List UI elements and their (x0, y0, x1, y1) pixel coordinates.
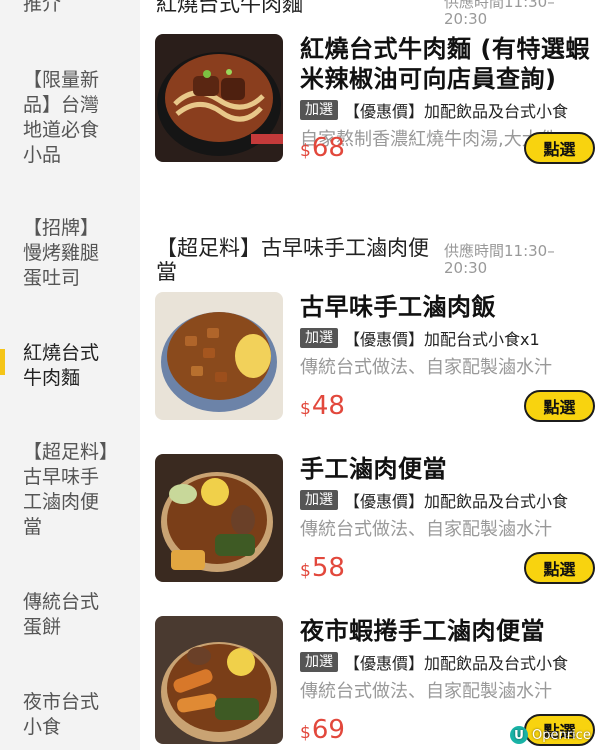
add-on-text: 【優惠價】加配台式小食x1 (344, 330, 540, 349)
item-name: 夜市蝦捲手工滷肉便當 (300, 617, 545, 645)
sidebar-item-label: 夜市台式小食 (23, 691, 100, 738)
add-on-text: 【優惠價】加配飲品及台式小食 (344, 654, 569, 673)
sidebar-item-limited-snacks[interactable]: 【限量新品】台灣地道必食小品 (0, 68, 140, 168)
item-price: $58 (300, 553, 345, 583)
sidebar-item-recommended[interactable]: 推介 (0, 0, 140, 17)
item-name: 手工滷肉便當 (300, 455, 447, 483)
watermark: U Openrice (510, 726, 591, 744)
sidebar-item-label: 【超足料】古早味手工滷肉便當 (23, 441, 109, 538)
sidebar-item-label: 推介 (23, 0, 62, 15)
menu-item-card[interactable]: 手工滷肉便當 加選 【優惠價】加配飲品及台式小食 傳統台式做法、自家配製滷水汁 … (155, 454, 595, 586)
add-on-text: 【優惠價】加配飲品及台式小食 (344, 492, 569, 511)
menu-item-card[interactable]: 紅燒台式牛肉麵 (有特選蝦米辣椒油可向店員查詢) 加選 【優惠價】加配飲品及台式… (155, 34, 595, 166)
item-name: 紅燒台式牛肉麵 (有特選蝦米辣椒油可向店員查詢) (300, 35, 590, 93)
add-on-tag: 加選 (300, 652, 338, 672)
sidebar-item-egg-pancake[interactable]: 傳統台式蛋餅 (0, 590, 140, 640)
sidebar-item-chicken-toast[interactable]: 【招牌】慢烤雞腿蛋吐司 (0, 216, 140, 291)
menu-list[interactable]: 紅燒台式牛肉麵 供應時間11:30–20:30 紅燒台式牛肉麵 (有特選蝦米辣椒… (140, 0, 600, 750)
add-on-text: 【優惠價】加配飲品及台式小食 (344, 102, 569, 121)
order-button[interactable]: 點選 (524, 552, 595, 584)
add-on-tag: 加選 (300, 100, 338, 120)
item-description: 傳統台式做法、自家配製滷水汁 (300, 357, 552, 378)
category-sidebar: 推介 【限量新品】台灣地道必食小品 【招牌】慢烤雞腿蛋吐司 紅燒台式牛肉麵 【超… (0, 0, 140, 750)
section-time: 供應時間11:30–20:30 (444, 0, 555, 28)
item-name: 古早味手工滷肉飯 (300, 293, 496, 321)
dish-image-braised-pork-bento (155, 454, 283, 582)
item-description: 傳統台式做法、自家配製滷水汁 (300, 681, 552, 702)
sidebar-item-label: 【招牌】慢烤雞腿蛋吐司 (23, 217, 100, 289)
section-title: 紅燒台式牛肉麵 (156, 0, 303, 16)
item-price: $48 (300, 391, 345, 421)
menu-item-card[interactable]: 古早味手工滷肉飯 加選 【優惠價】加配台式小食x1 傳統台式做法、自家配製滷水汁… (155, 292, 595, 424)
dish-image-braised-pork-rice (155, 292, 283, 420)
item-description: 傳統台式做法、自家配製滷水汁 (300, 519, 552, 540)
item-price: $69 (300, 715, 345, 745)
watermark-text: Openrice (532, 727, 591, 743)
order-button[interactable]: 點選 (524, 132, 595, 164)
item-price: $68 (300, 133, 345, 163)
sidebar-item-braised-pork-bento[interactable]: 【超足料】古早味手工滷肉便當 (0, 440, 140, 540)
sidebar-item-label: 紅燒台式牛肉麵 (23, 342, 100, 389)
section-title: 【超足料】古早味手工滷肉便當 (156, 236, 429, 284)
dish-image-shrimp-roll-bento (155, 616, 283, 744)
add-on-tag: 加選 (300, 490, 338, 510)
sidebar-item-label: 傳統台式蛋餅 (23, 591, 100, 638)
sidebar-item-beef-noodle[interactable]: 紅燒台式牛肉麵 (0, 341, 140, 391)
sidebar-item-label: 【限量新品】台灣地道必食小品 (23, 69, 100, 166)
active-indicator (0, 349, 5, 375)
section-time: 供應時間11:30–20:30 (444, 242, 555, 277)
openrice-logo-icon: U (510, 726, 528, 744)
dish-image-beef-noodle (155, 34, 283, 162)
order-button[interactable]: 點選 (524, 390, 595, 422)
add-on-tag: 加選 (300, 328, 338, 348)
sidebar-item-night-market-snacks[interactable]: 夜市台式小食 (0, 690, 140, 740)
